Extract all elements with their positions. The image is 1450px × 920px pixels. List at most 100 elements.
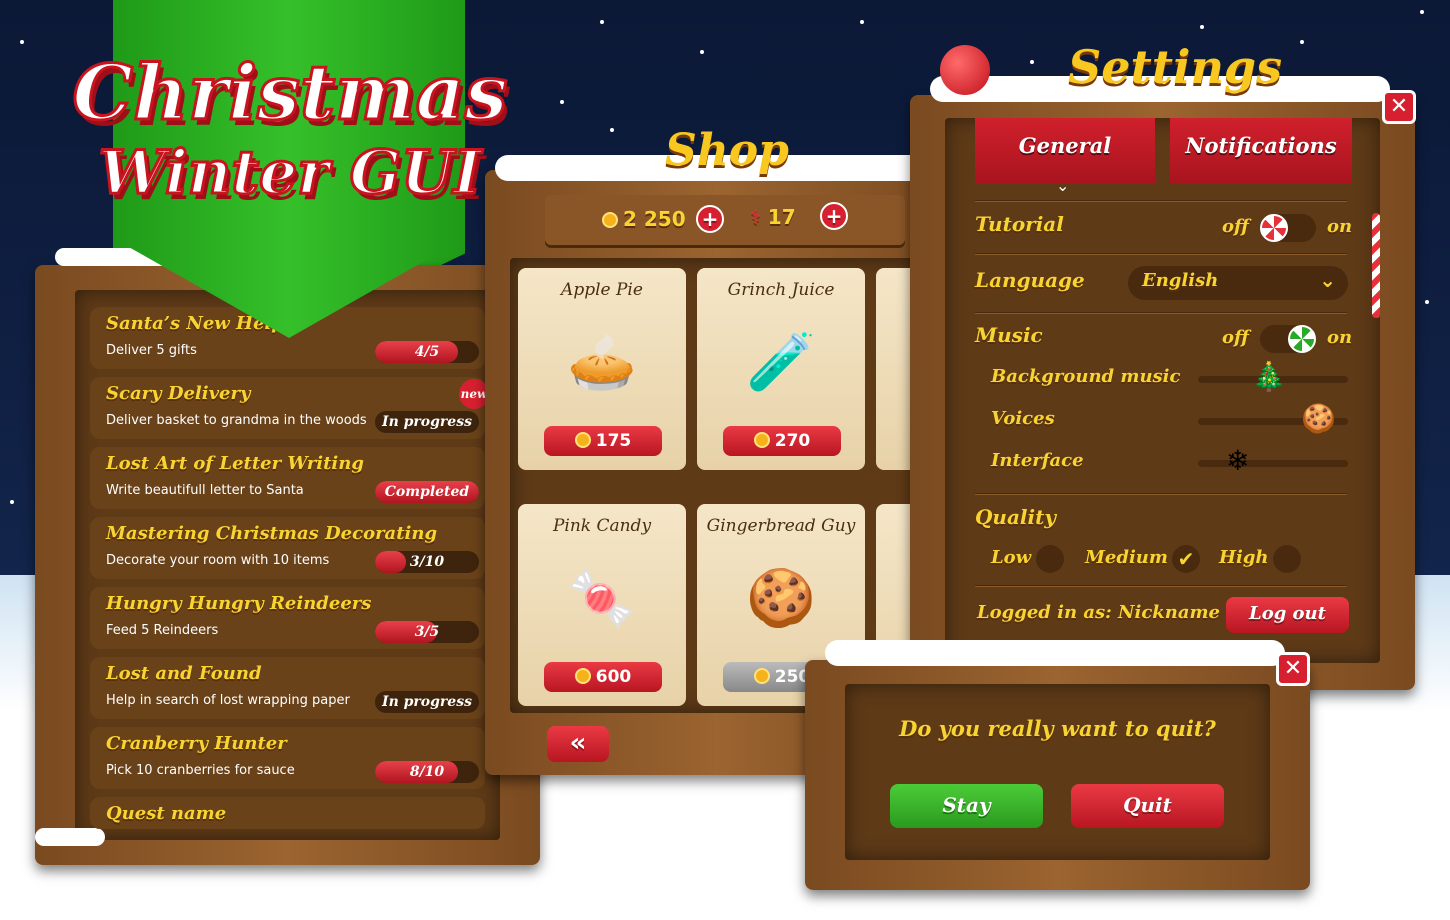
quest-row[interactable]: Quest name	[90, 797, 485, 829]
tutorial-toggle[interactable]	[1260, 214, 1316, 242]
star	[1420, 10, 1424, 14]
star	[610, 128, 614, 132]
star	[1030, 60, 1034, 64]
quest-description: Help in search of lost wrapping paper	[106, 693, 350, 708]
quit-dialog-content	[845, 684, 1270, 860]
tree-cookie-icon[interactable]: 🎄	[1252, 362, 1287, 392]
title-line-1: Christmas	[71, 47, 509, 139]
star	[10, 500, 14, 504]
shop-title: Shop	[665, 125, 789, 176]
volume-slider[interactable]: 🍪	[1198, 404, 1348, 434]
quest-status: Completed	[375, 481, 479, 503]
stay-button[interactable]: Stay	[890, 784, 1043, 828]
back-button[interactable]: «	[547, 726, 609, 762]
quality-radio-high[interactable]	[1273, 545, 1301, 573]
slider-label: Voices	[991, 408, 1055, 429]
volume-slider[interactable]: ❄	[1198, 446, 1348, 476]
quest-status: In progress	[375, 411, 479, 433]
slider-label: Background music	[991, 366, 1181, 387]
music-off-label: off	[1222, 327, 1249, 348]
gingerbread-icon: 🍪	[746, 566, 816, 631]
star	[1425, 300, 1429, 304]
shop-item-card[interactable]: Apple Pie 🥧 175	[518, 268, 686, 470]
ornament-icon	[940, 45, 990, 95]
quest-title: Lost and Found	[106, 663, 262, 684]
currency-bar	[545, 195, 905, 245]
active-tab-indicator: ⌄	[1056, 176, 1070, 195]
add-coins-button[interactable]: +	[696, 205, 724, 233]
quest-row[interactable]: Cranberry Hunter Pick 10 cranberries for …	[90, 727, 485, 789]
quest-description: Decorate your room with 10 items	[106, 553, 330, 568]
quality-radio-low[interactable]	[1036, 545, 1064, 573]
quality-option-label: High	[1219, 547, 1269, 568]
quest-description: Write beautifull letter to Santa	[106, 483, 304, 498]
star	[600, 20, 604, 24]
star	[860, 20, 864, 24]
tutorial-off-label: off	[1222, 216, 1249, 237]
quality-label: Quality	[975, 505, 1056, 529]
logout-button[interactable]: Log out	[1226, 597, 1349, 633]
quest-status: 3/10	[375, 551, 479, 573]
shop-item-card[interactable]: Pink Candy 🍬 600	[518, 504, 686, 706]
quest-title: Mastering Christmas Decorating	[106, 523, 438, 544]
peppermint-icon	[1288, 325, 1316, 353]
snowflake-cookie-icon[interactable]: ❄	[1226, 446, 1249, 476]
quit-button[interactable]: Quit	[1071, 784, 1224, 828]
volume-slider[interactable]: 🎄	[1198, 362, 1348, 392]
quest-row[interactable]: Hungry Hungry Reindeers Feed 5 Reindeers 3…	[90, 587, 485, 649]
buy-button[interactable]: 600	[544, 662, 662, 692]
quest-title: Hungry Hungry Reindeers	[106, 593, 372, 614]
quest-row[interactable]: Lost Art of Letter Writing Write beautifu…	[90, 447, 485, 509]
music-toggle[interactable]	[1260, 325, 1316, 353]
slider-label: Interface	[991, 450, 1084, 471]
coin-icon	[574, 432, 591, 448]
star	[1300, 40, 1304, 44]
coin-icon	[574, 668, 591, 684]
quest-status: 3/5	[375, 621, 479, 643]
quest-description: Pick 10 cranberries for sauce	[106, 763, 295, 778]
settings-scrollbar[interactable]	[1372, 213, 1380, 318]
music-on-label: on	[1327, 327, 1353, 348]
star	[560, 100, 564, 104]
buy-button[interactable]: 175	[544, 426, 662, 456]
pie-icon: 🥧	[567, 330, 637, 395]
shop-item-card[interactable]: Grinch Juice 🧪 270	[697, 268, 865, 470]
quest-status: 4/5	[375, 341, 479, 363]
star	[20, 40, 24, 44]
buy-button[interactable]: 270	[723, 426, 841, 456]
quest-row[interactable]: Mastering Christmas Decorating Decorate y…	[90, 517, 485, 579]
settings-title: Settings	[1068, 40, 1282, 94]
quest-title: Quest name	[106, 803, 227, 824]
add-candy-button[interactable]: +	[820, 202, 848, 230]
item-name: Pink Candy	[552, 516, 652, 536]
gingerbread-cookie-icon[interactable]: 🍪	[1301, 404, 1336, 434]
quest-description: Feed 5 Reindeers	[106, 623, 219, 638]
quest-row[interactable]: Scary Delivery Deliver basket to grandma …	[90, 377, 489, 439]
potion-icon: 🧪	[746, 330, 816, 395]
quest-status: In progress	[375, 691, 479, 713]
quest-row[interactable]: Lost and Found Help in search of lost wra…	[90, 657, 485, 719]
settings-close-button[interactable]: ✕	[1382, 90, 1416, 124]
language-label: Language	[975, 268, 1085, 292]
tab-general[interactable]: General	[975, 118, 1155, 184]
item-name: Grinch Juice	[727, 280, 835, 300]
star	[700, 50, 704, 54]
language-dropdown[interactable]: English ⌄	[1128, 266, 1348, 300]
quality-radio-medium[interactable]: ✔	[1172, 545, 1200, 573]
title-line-2: Winter GUI	[97, 137, 483, 210]
item-name: Gingerbread Guy	[706, 516, 856, 536]
star	[1200, 25, 1204, 29]
coin-counter: 2 250	[602, 207, 686, 231]
game-title: Christmas Winter GUI	[45, 47, 535, 210]
coin-icon	[602, 212, 618, 228]
quest-status: 8/10	[375, 761, 479, 783]
coin-icon	[753, 668, 770, 684]
logged-in-label: Logged in as: Nickname	[977, 602, 1221, 623]
candy-cane-icon: ⚕	[750, 205, 761, 229]
peppermint-icon	[1260, 214, 1288, 242]
music-label: Music	[975, 323, 1043, 347]
double-chevron-left-icon: «	[569, 728, 587, 758]
quit-close-button[interactable]: ✕	[1276, 652, 1310, 686]
tab-notifications[interactable]: Notifications	[1170, 118, 1352, 184]
coin-icon	[753, 432, 770, 448]
